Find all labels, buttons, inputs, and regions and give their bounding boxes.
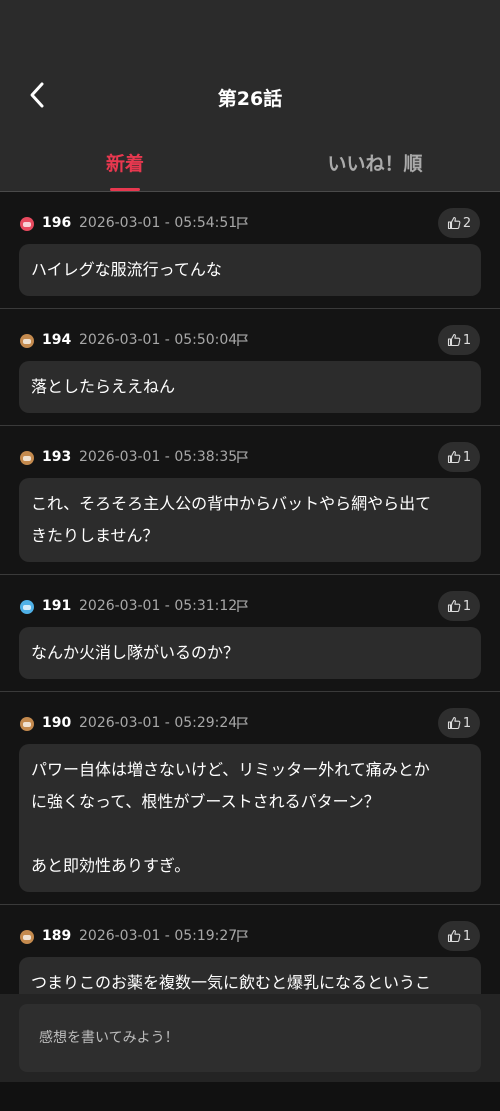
comment-number: 189 <box>42 928 72 944</box>
tab-bar: 新着 いいね！順 <box>0 138 500 192</box>
comment-timestamp: 2026-03-01 - 05:19:27 <box>79 928 238 944</box>
comment-number: 196 <box>42 215 72 231</box>
comment-input[interactable]: 感想を書いてみよう！ <box>19 1004 481 1072</box>
comment-spacer <box>0 892 500 904</box>
comment-header: 189 2026-03-01 - 05:19:27 1 <box>0 905 500 957</box>
flag-icon[interactable] <box>236 450 250 464</box>
comment-item: 190 2026-03-01 - 05:29:24 1 パワー自体は増さないけど、リミ… <box>0 692 500 905</box>
user-rank-badge-icon <box>20 717 34 731</box>
comment-text: パワー自体は増さないけど、リミッター外れて痛みとか に強くなって、根性がブースト… <box>19 744 481 892</box>
comment-header: 191 2026-03-01 - 05:31:12 1 <box>0 575 500 627</box>
comment-timestamp: 2026-03-01 - 05:50:04 <box>79 332 238 348</box>
flag-icon[interactable] <box>236 333 250 347</box>
thumbs-up-icon <box>447 333 461 347</box>
like-count: 2 <box>462 215 472 231</box>
user-rank-badge-icon <box>20 217 34 231</box>
like-button[interactable]: 1 <box>438 921 480 951</box>
comment-spacer <box>0 296 500 308</box>
comment-item: 193 2026-03-01 - 05:38:35 1 これ、そろそろ主人公の背中から… <box>0 426 500 575</box>
user-rank-badge-icon <box>20 600 34 614</box>
comment-number: 190 <box>42 715 72 731</box>
flag-icon[interactable] <box>236 599 250 613</box>
comment-item: 194 2026-03-01 - 05:50:04 1 落としたらええねん <box>0 309 500 426</box>
like-button[interactable]: 2 <box>438 208 480 238</box>
comment-composer-bar: 感想を書いてみよう！ <box>0 994 500 1082</box>
comment-text: なんか火消し隊がいるのか？ <box>19 627 481 679</box>
comment-item: 191 2026-03-01 - 05:31:12 1 なんか火消し隊がいるのか？ <box>0 575 500 692</box>
comment-spacer <box>0 679 500 691</box>
comment-item: 196 2026-03-01 - 05:54:51 2 ハイレグな服流行ってんな <box>0 192 500 309</box>
comment-spacer <box>0 562 500 574</box>
comment-number: 194 <box>42 332 72 348</box>
comment-header: 190 2026-03-01 - 05:29:24 1 <box>0 692 500 744</box>
comment-header: 196 2026-03-01 - 05:54:51 2 <box>0 192 500 244</box>
thumbs-up-icon <box>447 216 461 230</box>
thumbs-up-icon <box>447 929 461 943</box>
comment-timestamp: 2026-03-01 - 05:54:51 <box>79 215 238 231</box>
comment-list: 196 2026-03-01 - 05:54:51 2 ハイレグな服流行ってんな 194… <box>0 192 500 1054</box>
comment-number: 191 <box>42 598 72 614</box>
like-button[interactable]: 1 <box>438 591 480 621</box>
like-count: 1 <box>462 449 472 465</box>
flag-icon[interactable] <box>236 716 250 730</box>
comment-header: 194 2026-03-01 - 05:50:04 1 <box>0 309 500 361</box>
like-count: 1 <box>462 332 472 348</box>
flag-icon[interactable] <box>236 929 250 943</box>
like-button[interactable]: 1 <box>438 325 480 355</box>
tab-new[interactable]: 新着 <box>0 138 250 188</box>
like-count: 1 <box>462 598 472 614</box>
comment-number: 193 <box>42 449 72 465</box>
like-button[interactable]: 1 <box>438 442 480 472</box>
thumbs-up-icon <box>447 599 461 613</box>
comment-timestamp: 2026-03-01 - 05:38:35 <box>79 449 238 465</box>
comment-header: 193 2026-03-01 - 05:38:35 1 <box>0 426 500 478</box>
thumbs-up-icon <box>447 716 461 730</box>
header: 第26話 新着 いいね！順 <box>0 0 500 192</box>
bottom-spacer <box>0 1082 500 1111</box>
thumbs-up-icon <box>447 450 461 464</box>
like-count: 1 <box>462 928 472 944</box>
flag-icon[interactable] <box>236 216 250 230</box>
comment-text: 落としたらええねん <box>19 361 481 413</box>
like-count: 1 <box>462 715 472 731</box>
user-rank-badge-icon <box>20 930 34 944</box>
tab-likes-order[interactable]: いいね！順 <box>250 138 500 188</box>
comment-spacer <box>0 413 500 425</box>
user-rank-badge-icon <box>20 334 34 348</box>
comment-timestamp: 2026-03-01 - 05:29:24 <box>79 715 238 731</box>
like-button[interactable]: 1 <box>438 708 480 738</box>
user-rank-badge-icon <box>20 451 34 465</box>
comment-text: ハイレグな服流行ってんな <box>19 244 481 296</box>
page-title: 第26話 <box>217 88 283 110</box>
comment-text: これ、そろそろ主人公の背中からバットやら網やら出て きたりしません？ <box>19 478 481 562</box>
comment-timestamp: 2026-03-01 - 05:31:12 <box>79 598 238 614</box>
